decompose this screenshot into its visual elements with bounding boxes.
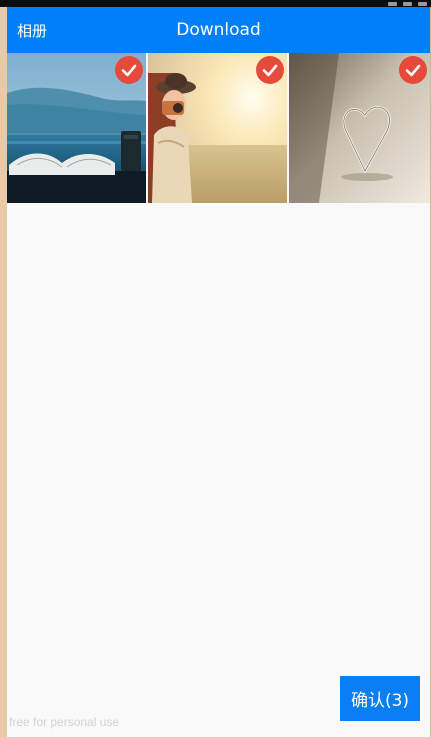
status-bar: [0, 0, 431, 7]
checkmark-icon: [405, 64, 421, 77]
battery-icon: [418, 1, 427, 6]
checkmark-icon: [262, 64, 278, 77]
page-title: Download: [176, 20, 261, 40]
selected-check-badge[interactable]: [256, 56, 284, 84]
app-bar: 相册 Download: [7, 7, 430, 53]
signal-icon: [388, 1, 397, 6]
confirm-button[interactable]: 确认(3): [340, 676, 420, 721]
watermark-text: free for personal use: [9, 715, 120, 729]
system-icons: [351, 0, 427, 7]
photo-thumb-girl-camera[interactable]: [148, 53, 287, 203]
photo-grid: [7, 53, 430, 203]
selected-check-badge[interactable]: [115, 56, 143, 84]
album-back-button[interactable]: 相册: [7, 7, 57, 53]
app-screen: 相册 Download 确认(3) free for personal use: [7, 7, 430, 737]
selected-check-badge[interactable]: [399, 56, 427, 84]
photo-thumb-book[interactable]: [7, 53, 146, 203]
wifi-icon: [403, 1, 412, 6]
checkmark-icon: [121, 64, 137, 77]
photo-thumb-glass-heart[interactable]: [289, 53, 430, 203]
